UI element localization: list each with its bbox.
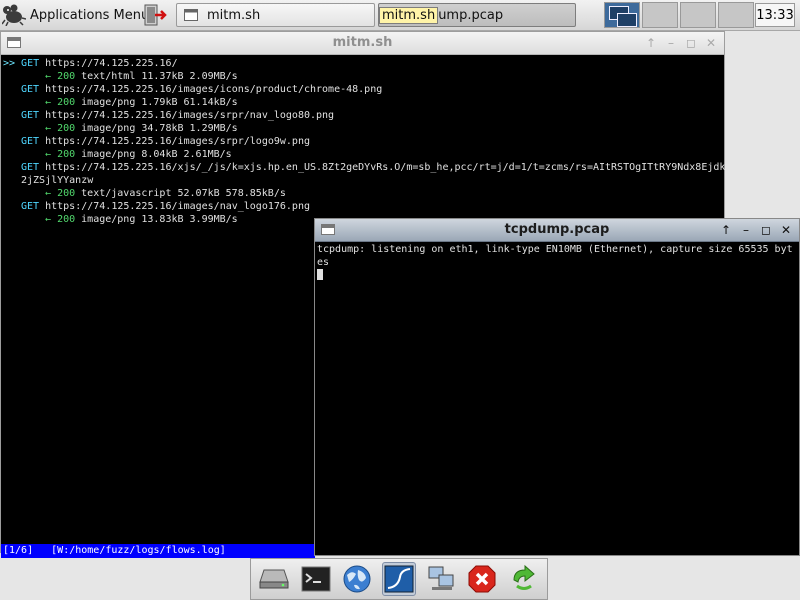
response-arrow-icon: ← [45,214,52,225]
close-button[interactable]: ✕ [704,36,718,50]
terminal-icon[interactable] [299,562,333,596]
response-info: image/png 34.78kB 1.29MB/s [81,123,238,134]
http-method: GET [21,162,40,173]
mitm-status-bar: [1/6] [W:/home/fuzz/logs/flows.log] [1,544,315,558]
close-icon[interactable] [465,562,499,596]
applications-menu-button[interactable]: Applications Menu [2,2,155,28]
request-url: https://74.125.225.16/images/nav_logo176… [45,201,310,212]
status-code: 200 [57,71,76,82]
response-info: text/html 11.37kB 2.09MB/s [81,71,238,82]
response-arrow-icon: ← [45,71,52,82]
flow-response-line: ← 200 image/png 13.83kB 3.99MB/s [3,213,238,226]
mitm-title: mitm.sh [332,35,393,50]
globe-icon[interactable] [340,562,374,596]
workspace-1[interactable] [604,2,640,28]
xfce-mouse-icon [2,3,26,27]
shade-button[interactable]: ↑ [719,223,733,237]
response-info: text/javascript 52.07kB 578.85kB/s [81,188,286,199]
taskbar-label-mitm: mitm.sh [207,7,261,23]
http-method: GET [21,110,40,121]
flow-request-line[interactable]: GET https://74.125.225.16/images/srpr/lo… [3,135,310,148]
status-code: 200 [57,149,76,160]
selection-marker: >> [3,58,16,69]
request-url: https://74.125.225.16/images/srpr/logo9w… [45,136,310,147]
flow-response-line: ← 200 image/png 34.78kB 1.29MB/s [3,122,238,135]
http-method: GET [21,201,40,212]
http-method: GET [21,84,40,95]
response-arrow-icon: ← [45,149,52,160]
response-info: image/png 13.83kB 3.99MB/s [81,214,238,225]
request-url: https://74.125.225.16/xjs/_/js/k=xjs.hp.… [45,162,726,173]
http-method: GET [21,58,40,69]
flow-continuation-line: 2jZSjlYYanzw [3,174,93,187]
http-method: GET [21,136,40,147]
tcpdump-output: tcpdump: listening on eth1, link-type EN… [317,244,793,268]
close-button[interactable]: ✕ [779,223,793,237]
tcpdump-window: tcpdump.pcap ↑ – ◻ ✕ tcpdump: listening … [314,218,800,556]
minimize-button[interactable]: – [739,223,753,237]
flow-request-line[interactable]: >> GET https://74.125.225.16/ [3,57,178,70]
flow-response-line: ← 200 text/html 11.37kB 2.09MB/s [3,70,238,83]
response-arrow-icon: ← [45,188,52,199]
tcpdump-titlebar[interactable]: tcpdump.pcap ↑ – ◻ ✕ [315,219,799,242]
minimize-button[interactable]: – [664,36,678,50]
flow-request-line[interactable]: GET https://74.125.225.16/xjs/_/js/k=xjs… [3,161,725,174]
maximize-button[interactable]: ◻ [759,223,773,237]
network-icon[interactable] [424,562,458,596]
workspace-2[interactable] [642,2,678,28]
taskbar-item-tcpdump[interactable]: mitm.sh ump.pcap [378,3,576,27]
flow-request-line[interactable]: GET https://74.125.225.16/images/srpr/na… [3,109,334,122]
workspace-4[interactable] [718,2,754,28]
status-code: 200 [57,97,76,108]
request-url: https://74.125.225.16/images/icons/produ… [45,84,383,95]
dock [250,558,548,600]
request-url-continued: 2jZSjlYYanzw [21,175,94,186]
tcpdump-terminal[interactable]: tcpdump: listening on eth1, link-type EN… [317,243,797,555]
wireshark-icon[interactable] [381,562,416,596]
request-url: https://74.125.225.16/ [45,58,178,69]
request-url: https://74.125.225.16/images/srpr/nav_lo… [45,110,335,121]
response-info: image/png 1.79kB 61.14kB/s [81,97,238,108]
status-code: 200 [57,188,76,199]
taskbar-item-mitm[interactable]: mitm.sh [176,3,375,27]
flow-response-line: ← 200 image/png 1.79kB 61.14kB/s [3,96,238,109]
text-cursor [317,269,323,280]
taskbar-label-highlight: mitm.sh [379,6,439,24]
workspace-switcher[interactable] [604,2,754,28]
flow-response-line: ← 200 text/javascript 52.07kB 578.85kB/s [3,187,286,200]
shade-button[interactable]: ↑ [644,36,658,50]
applications-menu-label: Applications Menu [30,7,150,23]
refresh-icon[interactable] [507,562,541,596]
mitm-titlebar[interactable]: mitm.sh ↑ – ◻ ✕ [1,32,724,55]
window-icon [181,3,201,27]
drive-icon[interactable] [257,562,291,596]
taskbar-label-rest: ump.pcap [438,7,504,23]
response-arrow-icon: ← [45,97,52,108]
response-arrow-icon: ← [45,123,52,134]
logout-icon[interactable] [143,3,167,27]
response-info: image/png 8.04kB 2.61MB/s [81,149,232,160]
workspace-3[interactable] [680,2,716,28]
status-code: 200 [57,214,76,225]
clock[interactable]: 13:33 [755,3,795,27]
status-code: 200 [57,123,76,134]
flow-response-line: ← 200 image/png 8.04kB 2.61MB/s [3,148,232,161]
flow-request-line[interactable]: GET https://74.125.225.16/images/icons/p… [3,83,382,96]
top-panel: Applications Menu mitm.sh mitm.sh ump.pca… [0,0,800,31]
maximize-button[interactable]: ◻ [684,36,698,50]
flow-request-line[interactable]: GET https://74.125.225.16/images/nav_log… [3,200,310,213]
